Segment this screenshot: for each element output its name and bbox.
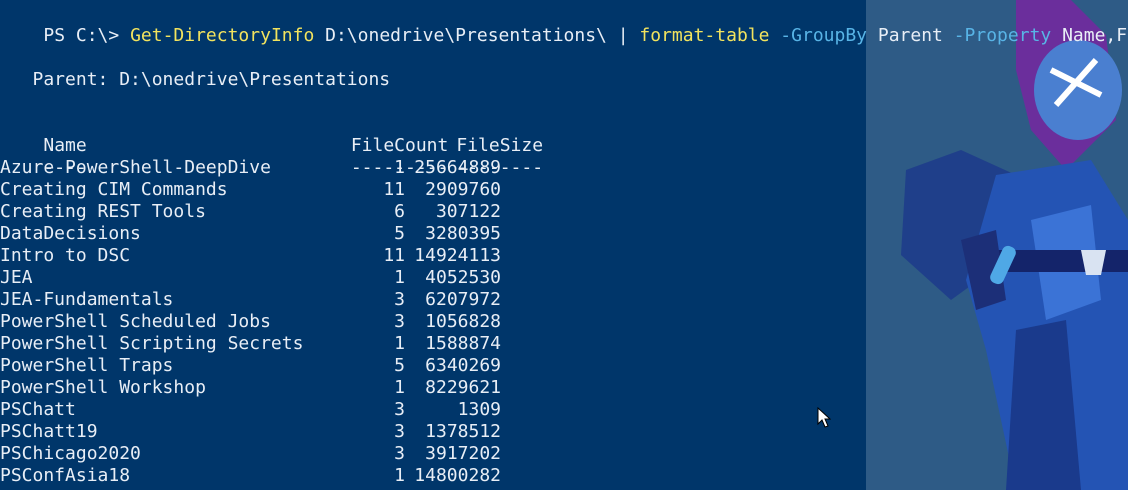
table-row: Azure-PowerShell-DeepDive 1 25664889 <box>0 157 501 179</box>
row-name: Creating REST Tools <box>0 201 206 222</box>
mouse-cursor-icon <box>817 407 831 428</box>
row-filecount: 1 <box>394 157 405 178</box>
table-row: PSChatt19 3 1378512 <box>0 421 501 443</box>
row-name: PSConfAsia18 <box>0 465 131 486</box>
row-name: PSChicago2020 <box>0 443 141 464</box>
row-filecount: 11 <box>383 245 405 266</box>
format-cmdlet: format-table <box>628 25 770 46</box>
row-filesize: 14800282 <box>414 465 501 486</box>
table-row: PSConfAsia18 1 14800282 <box>0 465 501 487</box>
row-name: Azure-PowerShell-DeepDive <box>0 157 271 178</box>
pipe-symbol: | <box>617 25 629 46</box>
character-illustration <box>866 0 1128 490</box>
path-argument: D:\onedrive\Presentations\ <box>314 25 618 46</box>
row-filesize: 3280395 <box>425 223 501 244</box>
cmdlet-name: Get-DirectoryInfo <box>130 25 315 46</box>
property-parameter: -Property <box>942 25 1052 46</box>
background-illustration <box>866 0 1128 490</box>
row-name: DataDecisions <box>0 223 141 244</box>
table-row: Intro to DSC 11 14924113 <box>0 245 501 267</box>
row-filecount: 1 <box>394 377 405 398</box>
row-filesize: 6207972 <box>425 289 501 310</box>
row-filesize: 1056828 <box>425 311 501 332</box>
row-name: PowerShell Workshop <box>0 377 206 398</box>
groupby-parameter: -GroupBy <box>769 25 868 46</box>
prompt: PS C:\> <box>43 25 131 46</box>
row-name: PowerShell Scripting Secrets <box>0 333 304 354</box>
row-filesize: 25664889 <box>414 157 501 178</box>
row-filecount: 11 <box>383 179 405 200</box>
row-filecount: 1 <box>394 333 405 354</box>
row-filecount: 1 <box>394 267 405 288</box>
table-row: PowerShell Traps 5 6340269 <box>0 355 501 377</box>
table-row: PowerShell Scripting Secrets 1 1588874 <box>0 333 501 355</box>
table-row: JEA 1 4052530 <box>0 267 501 289</box>
row-filecount: 5 <box>394 223 405 244</box>
row-filecount: 3 <box>394 311 405 332</box>
row-filecount: 3 <box>394 443 405 464</box>
row-name: PowerShell Scheduled Jobs <box>0 311 271 332</box>
row-filesize: 307122 <box>435 201 501 222</box>
row-name: PSChatt19 <box>0 421 98 442</box>
row-filecount: 6 <box>394 201 405 222</box>
row-filecount: 3 <box>394 421 405 442</box>
row-filecount: 3 <box>394 399 405 420</box>
row-filesize: 1309 <box>457 399 501 420</box>
property-value: Name,File* <box>1062 25 1128 46</box>
row-filesize: 1378512 <box>425 421 501 442</box>
table-row: PowerShell Workshop 1 8229621 <box>0 377 501 399</box>
group-label: Parent: D:\onedrive\Presentations <box>0 69 391 90</box>
row-filesize: 2909760 <box>425 179 501 200</box>
command-line[interactable]: PS C:\> Get-DirectoryInfo D:\onedrive\Pr… <box>0 3 1128 46</box>
row-name: Intro to DSC <box>0 245 131 266</box>
table-row: Creating REST Tools 6 307122 <box>0 201 501 223</box>
row-name: PowerShell Traps <box>0 355 174 376</box>
row-filesize: 14924113 <box>414 245 501 266</box>
row-filecount: 5 <box>394 355 405 376</box>
row-name: JEA-Fundamentals <box>0 289 174 310</box>
table-row: PowerShell Scheduled Jobs 3 1056828 <box>0 311 501 333</box>
table-header: Name FileCount FileSize <box>0 113 552 156</box>
table-row: PSChatt 3 1309 <box>0 399 501 421</box>
terminal-window[interactable]: PS C:\> Get-DirectoryInfo D:\onedrive\Pr… <box>0 0 1128 490</box>
table-row: JEA-Fundamentals 3 6207972 <box>0 289 501 311</box>
table-row: DataDecisions 5 3280395 <box>0 223 501 245</box>
row-filesize: 3917202 <box>425 443 501 464</box>
row-filesize: 8229621 <box>425 377 501 398</box>
row-name: JEA <box>0 267 33 288</box>
groupby-value: Parent <box>867 25 943 46</box>
table-row: Creating CIM Commands 11 2909760 <box>0 179 501 201</box>
row-name: PSChatt <box>0 399 76 420</box>
row-filesize: 1588874 <box>425 333 501 354</box>
table-separator: ---- --------- -------- <box>0 135 552 178</box>
row-filecount: 1 <box>394 465 405 486</box>
row-name: Creating CIM Commands <box>0 179 228 200</box>
row-filecount: 3 <box>394 289 405 310</box>
row-filesize: 6340269 <box>425 355 501 376</box>
row-filesize: 4052530 <box>425 267 501 288</box>
table-row: PSChicago2020 3 3917202 <box>0 443 501 465</box>
